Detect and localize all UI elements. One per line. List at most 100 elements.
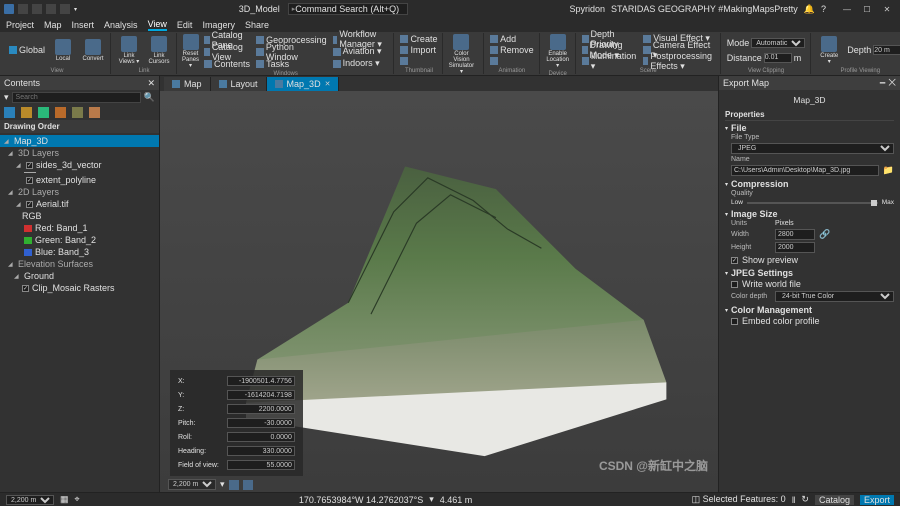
rbn-Link[interactable]: LinkCursors xyxy=(145,33,173,67)
export-size-section[interactable]: ▾Image Size xyxy=(725,207,894,219)
export-close-icon[interactable]: ✕ xyxy=(888,77,896,87)
rbn-Add[interactable]: Add xyxy=(488,33,536,44)
menu-share[interactable]: Share xyxy=(245,20,269,30)
tree-sides-3d[interactable]: ◢sides_3d_vector xyxy=(0,159,159,171)
width-input[interactable] xyxy=(775,229,815,240)
depth-input[interactable] xyxy=(873,45,900,55)
show-preview-checkbox[interactable] xyxy=(731,257,738,264)
list-by-editing-icon[interactable] xyxy=(55,107,66,118)
menu-insert[interactable]: Insert xyxy=(72,20,95,30)
camera-X-input[interactable] xyxy=(227,376,295,386)
scale-dropdown-icon[interactable]: ▾ xyxy=(220,479,225,490)
camera-Heading-input[interactable] xyxy=(227,446,295,456)
export-compression-section[interactable]: ▾Compression xyxy=(725,177,894,189)
distance-input[interactable] xyxy=(764,53,792,63)
mode-select[interactable]: Automatic xyxy=(751,38,805,48)
status-scale-select[interactable]: 2,200 m xyxy=(6,495,54,505)
tree-aerial[interactable]: ◢Aerial.tif xyxy=(0,198,159,210)
file-type-select[interactable]: JPEG xyxy=(731,143,894,154)
link-dims-icon[interactable]: 🔗 xyxy=(819,229,830,240)
tree-ground[interactable]: ◢Ground xyxy=(0,270,159,282)
tab-map[interactable]: Map xyxy=(164,77,211,91)
camera-Y-input[interactable] xyxy=(227,390,295,400)
export-file-section[interactable]: ▾File xyxy=(725,121,894,133)
rbn-Python-Window[interactable]: Python Window xyxy=(254,46,329,57)
rbn-Tasks[interactable]: Tasks xyxy=(254,58,329,69)
qat-open-icon[interactable] xyxy=(18,4,28,14)
tree-rgb[interactable]: RGB xyxy=(0,210,159,222)
list-by-drawing-icon[interactable] xyxy=(4,107,15,118)
rbn-Convert[interactable]: Convert xyxy=(79,33,107,67)
rbn-Remove[interactable]: Remove xyxy=(488,45,536,56)
list-by-snapping-icon[interactable] xyxy=(72,107,83,118)
rbn-Catalog-View[interactable]: Catalog View xyxy=(202,46,252,57)
close-button[interactable]: ✕ xyxy=(878,3,896,15)
rbn-Illumination-[interactable]: Illumination ▾ xyxy=(580,56,640,67)
menu-view[interactable]: View xyxy=(148,19,167,31)
maximize-button[interactable]: ☐ xyxy=(858,3,876,15)
tree-2d-layers[interactable]: ◢2D Layers xyxy=(0,186,159,198)
tree-elev[interactable]: ◢Elevation Surfaces xyxy=(0,258,159,270)
list-by-selection-icon[interactable] xyxy=(38,107,49,118)
tree-clip[interactable]: Clip_Mosaic Rasters xyxy=(0,282,159,294)
tree-map[interactable]: ◢Map_3D xyxy=(0,135,159,147)
contents-close-icon[interactable]: ✕ xyxy=(147,78,155,89)
rbn-Contents[interactable]: Contents xyxy=(202,58,252,69)
status-refresh-icon[interactable]: ↻ xyxy=(801,494,809,505)
qat-redo-icon[interactable] xyxy=(60,4,70,14)
status-snap-icon[interactable]: ⌖ xyxy=(75,494,80,505)
rbn-Global[interactable]: Global xyxy=(7,45,47,56)
embed-profile-checkbox[interactable] xyxy=(731,318,738,325)
export-jpeg-section[interactable]: ▾JPEG Settings xyxy=(725,266,894,278)
qat-undo-icon[interactable] xyxy=(46,4,56,14)
list-by-labeling-icon[interactable] xyxy=(89,107,100,118)
export-pin-icon[interactable]: 🗕 xyxy=(879,77,885,87)
rbn-x[interactable] xyxy=(398,56,439,67)
world-file-checkbox[interactable] xyxy=(731,281,738,288)
menu-imagery[interactable]: Imagery xyxy=(202,20,235,30)
rbn-Indoors-[interactable]: Indoors ▾ xyxy=(331,58,391,69)
menu-analysis[interactable]: Analysis xyxy=(104,20,138,30)
file-name-input[interactable] xyxy=(731,165,879,176)
quality-slider[interactable] xyxy=(747,202,878,204)
rbn-Workflow-Manager-[interactable]: Workflow Manager ▾ xyxy=(331,34,391,45)
height-input[interactable] xyxy=(775,242,815,253)
rbn-Import[interactable]: Import xyxy=(398,45,439,56)
color-depth-select[interactable]: 24-bit True Color xyxy=(775,291,894,302)
camera-Z-input[interactable] xyxy=(227,404,295,414)
scale-selector[interactable]: 2,200 m xyxy=(168,479,216,490)
notification-icon[interactable]: 🔔 xyxy=(804,4,815,15)
tree-band[interactable]: Green: Band_2 xyxy=(0,234,159,246)
export-tab[interactable]: Export xyxy=(860,495,894,505)
tab-map_3d[interactable]: Map_3D✕ xyxy=(267,77,340,91)
tree-extent[interactable]: extent_polyline xyxy=(0,174,159,186)
rbn-Color-Vision[interactable]: Color VisionSimulator ▾ xyxy=(447,33,475,76)
search-icon[interactable]: 🔍 xyxy=(144,92,155,103)
tree-3d-layers[interactable]: ◢3D Layers xyxy=(0,147,159,159)
tab-layout[interactable]: Layout xyxy=(211,77,267,91)
export-colormgmt-section[interactable]: ▾Color Management xyxy=(725,303,894,315)
nav-refresh-icon[interactable] xyxy=(243,480,253,490)
tab-close-icon[interactable]: ✕ xyxy=(325,80,331,88)
nav-pause-icon[interactable] xyxy=(229,480,239,490)
menu-edit[interactable]: Edit xyxy=(177,20,193,30)
catalog-tab[interactable]: Catalog xyxy=(815,495,854,505)
rbn-Local[interactable]: Local xyxy=(49,33,77,67)
rbn-Enable[interactable]: EnableLocation ▾ xyxy=(544,33,572,70)
rbn-x[interactable] xyxy=(488,56,536,67)
list-by-source-icon[interactable] xyxy=(21,107,32,118)
rbn-Postprocessing-Effects-[interactable]: Postprocessing Effects ▾ xyxy=(641,56,717,67)
search-filter-icon[interactable]: ▾ xyxy=(4,92,9,103)
status-grid-icon[interactable]: ▦ xyxy=(60,494,69,505)
rbn-Reset[interactable]: ResetPanes ▾ xyxy=(181,33,200,70)
tree-band[interactable]: Blue: Band_3 xyxy=(0,246,159,258)
tree-band[interactable]: Red: Band_1 xyxy=(0,222,159,234)
camera-Roll-input[interactable] xyxy=(227,432,295,442)
menu-project[interactable]: Project xyxy=(6,20,34,30)
help-icon[interactable]: ? xyxy=(821,4,826,14)
browse-icon[interactable]: 📁 xyxy=(883,165,894,176)
qat-save-icon[interactable] xyxy=(32,4,42,14)
contents-search-input[interactable] xyxy=(12,92,141,103)
command-search-input[interactable]: ▸ Command Search (Alt+Q) xyxy=(288,3,408,15)
map-3d-view[interactable]: X:Y:Z:Pitch:Roll:Heading:Field of view: … xyxy=(160,91,718,492)
